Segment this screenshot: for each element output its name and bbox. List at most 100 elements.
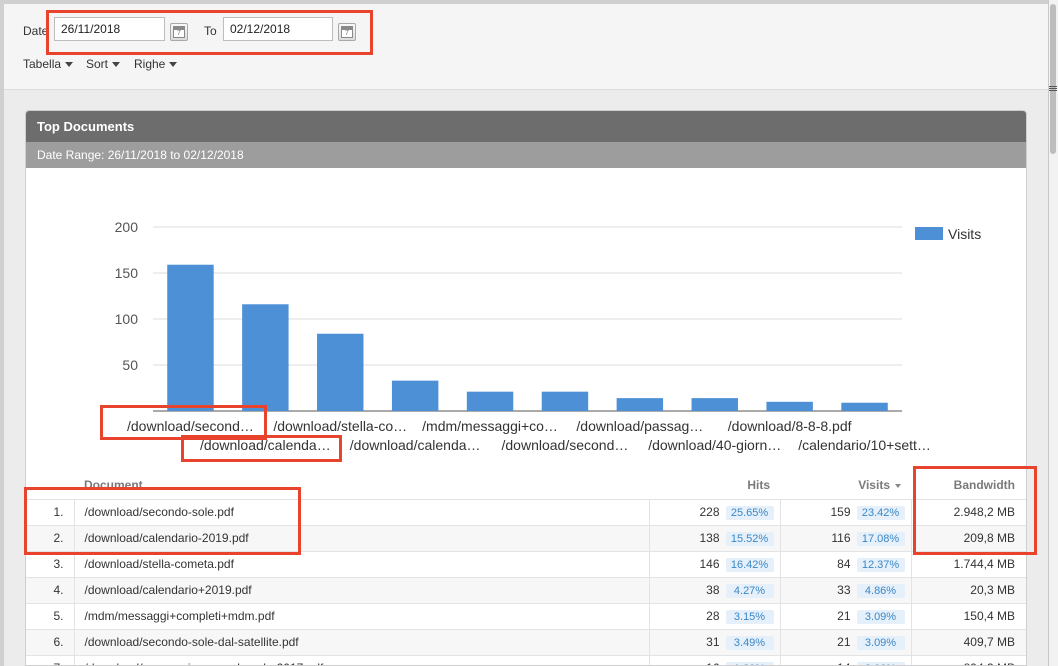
row-bandwidth: 2.948,2 MB — [910, 498, 1026, 525]
row-index: 6. — [26, 628, 75, 655]
visits-percent-badge: 4.86% — [856, 583, 905, 598]
row-visits: 142.06% — [779, 654, 911, 665]
date-label: Date — [23, 24, 49, 38]
table-row[interactable]: 6./download/secondo-sole-dal-satellite.p… — [26, 628, 1026, 655]
row-bandwidth: 209,8 MB — [910, 524, 1026, 551]
row-bandwidth: 1.744,4 MB — [910, 550, 1026, 577]
row-index: 2. — [26, 524, 75, 551]
table-row[interactable]: 4./download/calendario+2019.pdf 38 4.27% 33… — [26, 576, 1026, 603]
row-visits: 33 4.86% — [779, 576, 911, 603]
bar-10 — [841, 402, 888, 411]
scrollbar-thumb[interactable] — [1050, 4, 1056, 154]
row-visits: 159 23.42% — [779, 498, 911, 525]
x-tick-label: /download/passag… — [576, 418, 703, 434]
legend-swatch — [915, 227, 943, 240]
table-row[interactable]: 3./download/stella-cometa.pdf 146 16.42% 84… — [26, 550, 1026, 577]
x-tick-label: /download/calenda… — [200, 437, 331, 453]
date-from-input[interactable] — [54, 17, 165, 41]
row-document-link[interactable]: /download/stella-cometa.pdf — [74, 550, 649, 577]
table-row[interactable]: 2./download/calendario-2019.pdf 138 15.52%… — [26, 524, 1026, 551]
bar-3 — [317, 333, 364, 411]
calendar-to-icon[interactable]: 7 — [338, 23, 356, 41]
table-row[interactable]: 7./download/passaggio-secondo-sole-2017.… — [26, 654, 1026, 665]
visits-percent-badge: 17.08% — [856, 531, 905, 546]
header-index — [26, 471, 74, 499]
chevron-down-icon — [112, 62, 121, 68]
visits-percent-badge: 3.09% — [856, 635, 905, 650]
bar-6 — [541, 391, 589, 411]
row-hits: 38 4.27% — [648, 576, 780, 603]
menu-tabella[interactable]: Tabella — [23, 57, 74, 71]
legend-label: Visits — [948, 226, 981, 242]
x-tick-label: /download/stella-co… — [273, 418, 407, 434]
header-hits[interactable]: Hits — [649, 471, 780, 499]
date-range-label: Date Range: 26/11/2018 to 02/12/2018 — [26, 142, 1026, 168]
bar-8 — [691, 398, 738, 411]
row-document-link[interactable]: /download/calendario+2019.pdf — [74, 576, 649, 603]
bar-4 — [391, 380, 439, 411]
panel-title: Top Documents — [26, 111, 1026, 142]
bar-5 — [466, 391, 514, 411]
table-row[interactable]: 1./download/secondo-sole.pdf 228 25.65% 159… — [26, 498, 1026, 525]
row-document-link[interactable]: /download/calendario-2019.pdf — [74, 524, 649, 551]
chevron-down-icon — [169, 62, 178, 68]
y-tick-label: 100 — [115, 311, 139, 327]
row-hits: 146 16.42% — [648, 550, 780, 577]
bar-9 — [766, 401, 813, 411]
hits-percent-badge: 4.27% — [725, 583, 774, 598]
x-tick-label: /download/calenda… — [350, 437, 481, 453]
bar-2 — [242, 304, 289, 411]
chevron-down-icon — [65, 62, 74, 68]
visits-bar-chart: 50 100 150 200/download/second… /download/ca… — [115, 219, 982, 453]
row-index: 1. — [26, 498, 75, 525]
header-bandwidth[interactable]: Bandwidth — [911, 471, 1026, 499]
y-tick-label: 200 — [115, 219, 139, 235]
sort-desc-icon — [895, 483, 901, 488]
visits-percent-badge: 12.37% — [856, 557, 905, 572]
row-hits: 138 15.52% — [648, 524, 780, 551]
x-tick-label: /calendario/10+sett… — [798, 437, 931, 453]
hits-percent-badge: 3.15% — [725, 609, 774, 624]
hits-percent-badge: 16.42% — [725, 557, 774, 572]
documents-table: Document Hits Visits Bandwidth 1./downlo… — [26, 471, 1026, 665]
hits-percent-badge: 3.49% — [725, 635, 774, 650]
row-document-link[interactable]: /download/secondo-sole-dal-satellite.pdf — [74, 628, 649, 655]
visits-percent-badge: 23.42% — [856, 505, 905, 520]
window-frame-left — [0, 0, 4, 666]
bar-7 — [616, 398, 664, 411]
row-bandwidth: 20,3 MB — [910, 576, 1026, 603]
x-tick-label: /mdm/messaggi+co… — [422, 418, 558, 434]
x-tick-label: /download/second… — [127, 418, 254, 434]
hits-percent-badge: 25.65% — [725, 505, 774, 520]
row-hits: 31 3.49% — [648, 628, 780, 655]
row-index: 7. — [26, 654, 75, 665]
y-tick-label: 50 — [122, 357, 138, 373]
row-hits: 28 3.15% — [648, 602, 780, 629]
vertical-scrollbar[interactable] — [1048, 0, 1058, 666]
date-to-input[interactable] — [223, 17, 333, 41]
row-bandwidth: 409,7 MB — [910, 628, 1026, 655]
y-tick-label: 150 — [115, 265, 139, 281]
row-visits: 21 3.09% — [779, 602, 911, 629]
bar-1 — [167, 264, 214, 411]
row-document-link[interactable]: /mdm/messaggi+completi+mdm.pdf — [74, 602, 649, 629]
x-tick-label: /download/second… — [502, 437, 629, 453]
top-documents-panel: Top Documents Date Range: 26/11/2018 to … — [25, 110, 1027, 666]
header-document[interactable]: Document — [74, 471, 649, 499]
row-document-link[interactable]: /download/secondo-sole.pdf — [74, 498, 649, 525]
menu-sort[interactable]: Sort — [86, 57, 121, 71]
row-hits: 228 25.65% — [648, 498, 780, 525]
row-bandwidth: 894,3 MB — [910, 654, 1026, 665]
visits-percent-badge: 2.06% — [856, 661, 905, 665]
menu-righe[interactable]: Righe — [134, 57, 178, 71]
calendar-from-icon[interactable]: 7 — [170, 23, 188, 41]
row-document-link[interactable]: /download/passaggio-secondo-sole-2017.pd… — [74, 654, 649, 665]
table-header-row: Document Hits Visits Bandwidth — [26, 471, 1026, 499]
row-visits: 21 3.09% — [779, 628, 911, 655]
row-bandwidth: 150,4 MB — [910, 602, 1026, 629]
header-visits[interactable]: Visits — [780, 471, 911, 499]
hits-percent-badge: 1.80% — [725, 661, 774, 665]
row-visits: 116 17.08% — [779, 524, 911, 551]
scrollbar-grip-icon — [1049, 86, 1057, 92]
table-row[interactable]: 5./mdm/messaggi+completi+mdm.pdf 28 3.15% 2… — [26, 602, 1026, 629]
